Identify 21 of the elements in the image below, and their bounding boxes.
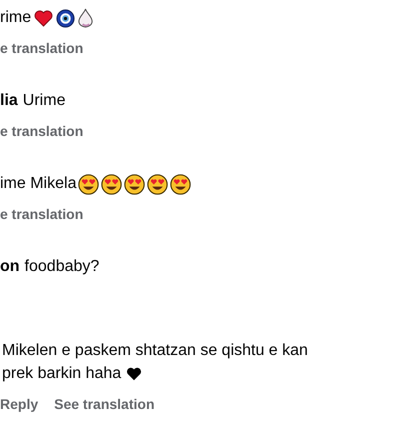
comment-action-link[interactable]: e translation [0, 120, 84, 142]
heart-eyes-emoji-icon [101, 174, 122, 194]
comment-text: Urime [22, 91, 66, 111]
comment-text: prek barkin haha [2, 364, 122, 384]
comment-text: foodbaby? [24, 257, 100, 277]
heart-eyes-emoji-icon [78, 174, 100, 194]
heart-eyes-emoji-icon [147, 174, 168, 194]
heart-icon [126, 366, 142, 380]
comment-text: ime Mikela [0, 174, 76, 194]
heart-eyes-emoji-icon [124, 174, 146, 194]
comment-author[interactable]: lia [0, 89, 18, 113]
comment-action-link[interactable]: e translation [0, 204, 84, 224]
comment-action-link[interactable]: Reply [0, 394, 38, 414]
heart-eyes-emoji-icon [170, 174, 192, 194]
eye-bead-icon [56, 8, 76, 28]
comment-text: rime [0, 8, 32, 28]
comment-action-link[interactable]: See translation [54, 394, 154, 414]
heart-icon [34, 10, 54, 26]
comment-action-link[interactable]: e translation [0, 38, 84, 58]
comment-author[interactable]: on [0, 255, 20, 279]
comment-text: Mikelen e paskem shtatzan se qishtu e kan [2, 341, 308, 361]
